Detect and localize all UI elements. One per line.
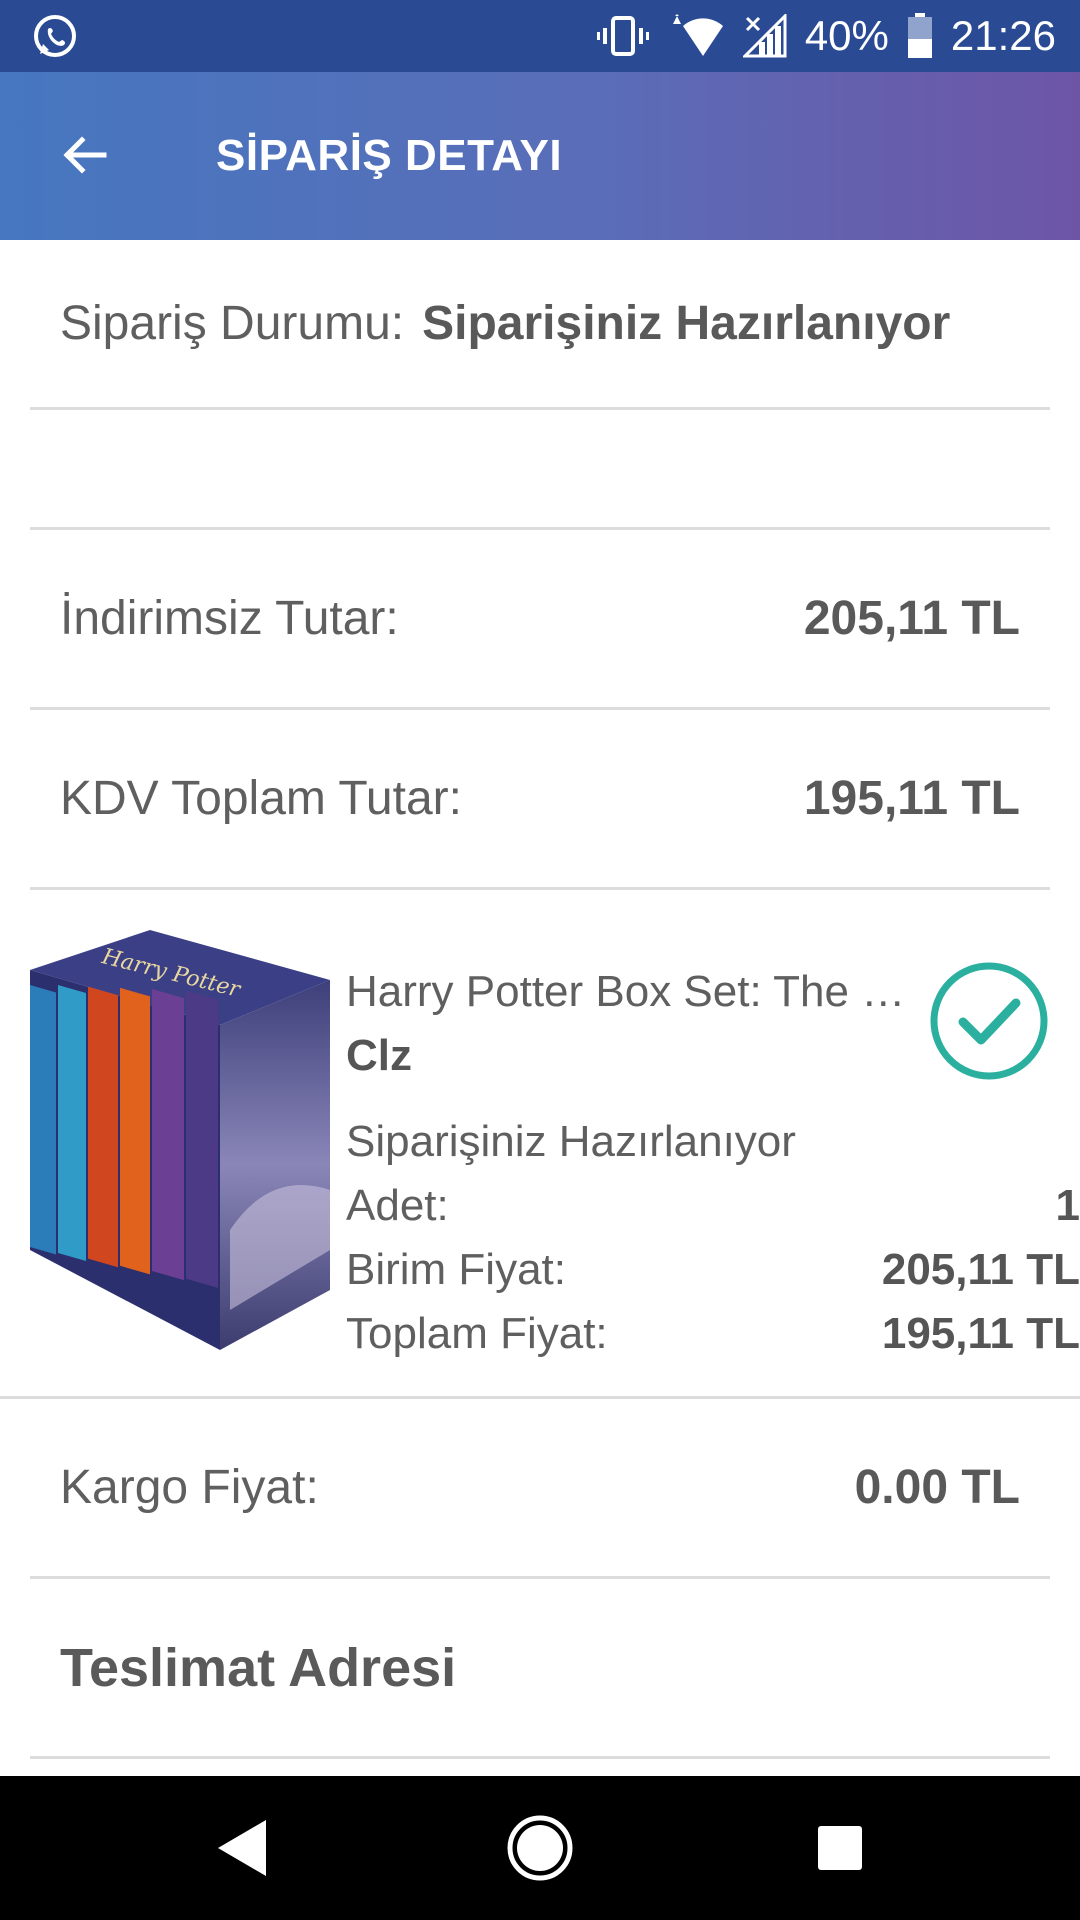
clock: 21:26: [950, 12, 1056, 59]
back-arrow-icon[interactable]: [60, 130, 110, 180]
undiscounted-total-value: 205,11 TL: [803, 592, 1020, 645]
system-nav-bar: [0, 1776, 1080, 1920]
status-bar: 40% 21:26: [0, 0, 1080, 72]
whatsapp-icon: [34, 15, 76, 57]
empty-row: [30, 410, 1050, 530]
wifi-icon: [667, 14, 725, 58]
undiscounted-total-row: İndirimsiz Tutar: 205,11 TL: [30, 530, 1050, 710]
shipping-value: 0.00 TL: [854, 1461, 1020, 1514]
battery-percent: 40%: [804, 12, 889, 59]
shipping-label: Kargo Fiyat:: [60, 1461, 319, 1514]
nav-recents-button[interactable]: [804, 1812, 876, 1884]
product-name: Harry Potter Box Set: The Complete Colle…: [346, 967, 916, 1016]
nav-home-button[interactable]: [504, 1812, 576, 1884]
total-price-label: Toplam Fiyat:: [346, 1309, 608, 1358]
vibrate-icon: [596, 14, 649, 58]
product-item[interactable]: Harry Potter Harry Potter Box Set: The C…: [30, 890, 1080, 1400]
vat-total-row: KDV Toplam Tutar: 195,11 TL: [30, 710, 1050, 890]
unit-price-label: Birim Fiyat:: [346, 1245, 566, 1294]
unit-price-value: 205,11 TL: [881, 1245, 1080, 1294]
nav-back-button[interactable]: [204, 1812, 276, 1884]
quantity-value: 1: [1055, 1181, 1080, 1230]
vat-total-value: 195,11 TL: [803, 772, 1020, 825]
delivery-address-heading: Teslimat Adresi: [30, 1579, 1050, 1759]
quantity-label: Adet:: [346, 1181, 449, 1230]
product-image: Harry Potter: [30, 930, 330, 1350]
page-title: SİPARİŞ DETAYI: [216, 131, 563, 180]
total-price-line: Toplam Fiyat: 195,11 TL: [346, 1302, 1080, 1366]
product-status: Siparişiniz Hazırlanıyor: [346, 1117, 796, 1166]
unit-price-line: Birim Fiyat: 205,11 TL: [346, 1238, 1080, 1302]
order-status-row: Sipariş Durumu: Siparişiniz Hazırlanıyor: [30, 240, 1050, 410]
cell-signal-icon: [742, 14, 787, 58]
nav-back-icon: [218, 1820, 266, 1876]
nav-recents-icon: [818, 1826, 862, 1870]
total-price-value: 195,11 TL: [881, 1309, 1080, 1358]
app-bar: SİPARİŞ DETAYI: [0, 72, 1080, 240]
quantity-line: Adet: 1: [346, 1174, 1080, 1238]
order-status-label: Sipariş Durumu:: [60, 297, 405, 350]
shipping-row: Kargo Fiyat: 0.00 TL: [30, 1399, 1050, 1579]
nav-home-icon: [507, 1815, 573, 1881]
vat-total-label: KDV Toplam Tutar:: [60, 772, 462, 825]
battery-icon: [907, 13, 933, 59]
order-status-value: Siparişiniz Hazırlanıyor: [422, 297, 951, 350]
check-circle-icon: [930, 962, 1048, 1080]
undiscounted-total-label: İndirimsiz Tutar:: [60, 592, 399, 645]
